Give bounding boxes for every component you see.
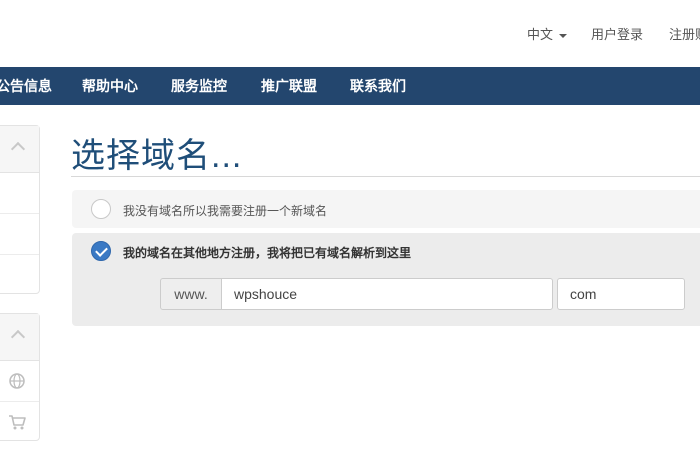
sidebar-item-domains[interactable] [0,361,39,402]
www-prefix: www. [160,278,222,310]
option-use-existing-label: 我的域名在其他地方注册，我将把已有域名解析到这里 [123,246,412,260]
chevron-up-icon [10,329,26,345]
sidebar-item[interactable] [0,173,39,214]
nav-item-service-monitor[interactable]: 服务监控 [171,67,227,105]
nav-item-affiliates[interactable]: 推广联盟 [261,67,317,105]
login-link[interactable]: 用户登录 [591,24,643,43]
domain-name-input[interactable]: wpshouce [221,278,553,310]
sidebar-panel-2-header[interactable] [0,314,39,361]
sidebar-item[interactable] [0,255,39,295]
main-nav: 公告信息 帮助中心 服务监控 推广联盟 联系我们 [0,67,700,105]
globe-icon [9,373,25,389]
top-utility-bar: 中文 用户登录 注册账户 [0,0,700,66]
chevron-up-icon [10,141,26,157]
page-title: 选择域名... [71,137,243,175]
sidebar-item-cart[interactable] [0,402,39,442]
sidebar-panel-1-header[interactable] [0,126,39,173]
radio-register-new[interactable] [91,199,111,219]
option-register-new-domain[interactable]: 我没有域名所以我需要注册一个新域名 [72,190,700,228]
register-link[interactable]: 注册账户 [669,24,700,43]
check-icon [95,244,108,257]
caret-down-icon [559,33,568,38]
radio-use-existing[interactable] [91,241,111,261]
tld-input[interactable]: com [557,278,685,310]
nav-item-announcements[interactable]: 公告信息 [0,67,52,105]
title-divider [71,176,700,177]
nav-item-help-center[interactable]: 帮助中心 [82,67,138,105]
option-register-new-label: 我没有域名所以我需要注册一个新域名 [123,204,328,218]
language-label: 中文 [527,27,554,42]
sidebar-panel-1 [0,125,40,294]
language-selector[interactable]: 中文 [527,24,568,43]
sidebar-item[interactable] [0,214,39,255]
nav-item-contact-us[interactable]: 联系我们 [350,67,406,105]
cart-icon [9,415,26,430]
sidebar-panel-2 [0,313,40,441]
